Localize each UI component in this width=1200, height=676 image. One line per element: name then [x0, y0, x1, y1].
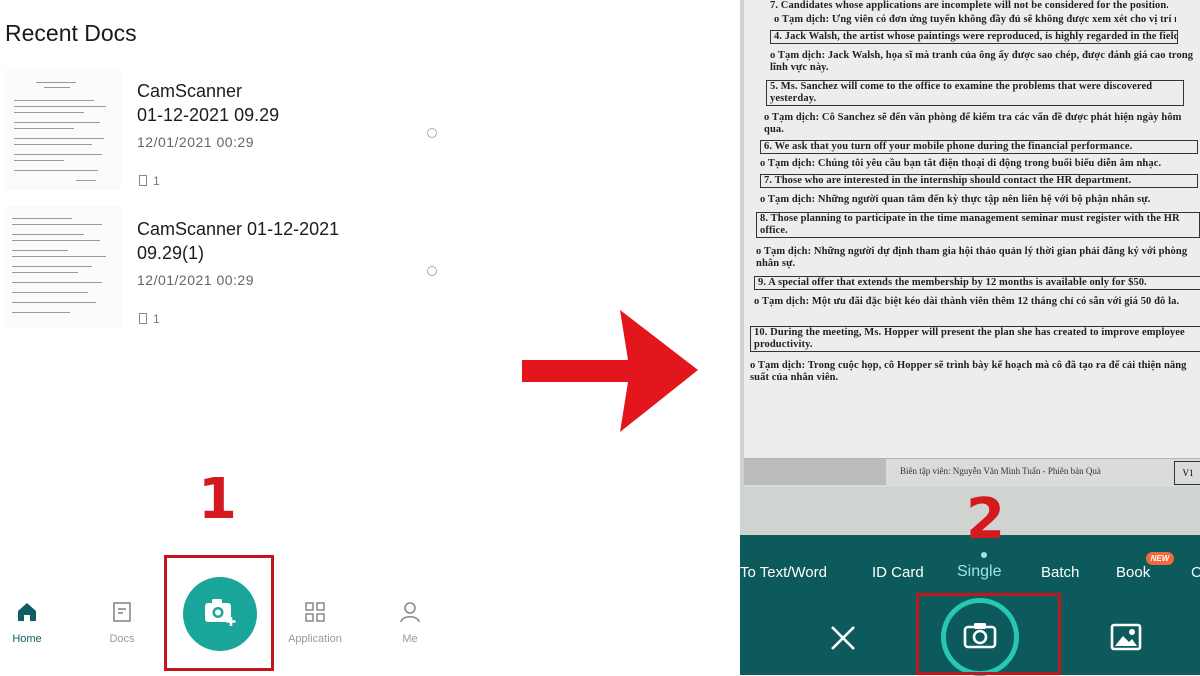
highlight-box-step-2: [916, 593, 1061, 675]
document-text-line: o Tạm dịch: Những người dự định tham gia…: [756, 246, 1188, 269]
nav-me[interactable]: Me: [375, 600, 445, 645]
page-count-icon: [139, 313, 147, 324]
document-text-line: 6. We ask that you turn off your mobile …: [760, 140, 1198, 154]
person-icon: [398, 600, 422, 624]
home-icon: [15, 600, 39, 624]
mode-book[interactable]: Book: [1116, 564, 1150, 581]
selected-mode-indicator: [981, 552, 987, 558]
document-thumbnail: [6, 208, 120, 326]
document-text-line: 7. Those who are interested in the inter…: [760, 174, 1198, 188]
document-text-line: o Tạm dịch: Ứng viên có đơn ứng tuyển kh…: [774, 14, 1176, 25]
document-text-line: 4. Jack Walsh, the artist whose painting…: [770, 30, 1178, 44]
mode-more[interactable]: C: [1191, 564, 1200, 581]
document-page-count: 1: [139, 174, 160, 188]
document-list-item[interactable]: CamScanner 01-12-2021 09.29 12/01/2021 0…: [0, 70, 440, 200]
mode-id-card[interactable]: ID Card: [872, 564, 924, 581]
document-name: CamScanner 01-12-2021 09.29: [137, 81, 280, 125]
document-page-count: 1: [139, 312, 160, 326]
document-preview: 7. Candidates whose applications are inc…: [744, 0, 1200, 470]
footer-shade: [744, 459, 886, 485]
recent-docs-title: Recent Docs: [5, 20, 137, 46]
docs-icon: [110, 600, 134, 624]
document-text-line: 8. Those planning to participate in the …: [756, 212, 1200, 238]
right-arrow-icon: [522, 310, 698, 432]
footer-page-box: V1: [1174, 461, 1200, 485]
nav-applications[interactable]: Application: [280, 600, 350, 645]
document-text-line: 10. During the meeting, Ms. Hopper will …: [750, 326, 1200, 352]
document-text-line: o Tạm dịch: Một ưu đãi đặc biệt kéo dài …: [754, 296, 1180, 307]
step-number-2: 2: [966, 487, 1005, 552]
close-icon[interactable]: [828, 623, 858, 653]
page-count-icon: [139, 175, 147, 186]
apps-grid-icon: [303, 600, 327, 624]
document-thumbnail: [6, 70, 120, 188]
select-radio-button[interactable]: [427, 266, 437, 276]
camera-scan-screen: 7. Candidates whose applications are inc…: [740, 0, 1200, 675]
document-text-line: 9. A special offer that extends the memb…: [754, 276, 1200, 290]
document-name: CamScanner 01-12-2021 09.29(1): [137, 219, 340, 263]
document-date: 12/01/2021 00:29: [137, 272, 254, 288]
nav-me-label: Me: [402, 633, 418, 645]
document-text-line: o Tạm dịch: Những người quan tâm đến kỳ …: [760, 194, 1151, 205]
document-text-line: 5. Ms. Sanchez will come to the office t…: [766, 80, 1184, 106]
mode-batch[interactable]: Batch: [1041, 564, 1079, 581]
nav-docs-label: Docs: [109, 633, 135, 645]
document-text-line: o Tạm dịch: Trong cuộc họp, cô Hopper sẽ…: [750, 360, 1187, 383]
nav-docs[interactable]: Docs: [87, 600, 157, 645]
document-date: 12/01/2021 00:29: [137, 134, 254, 150]
document-footer: Biên tập viên: Nguyễn Văn Minh Tuấn - Ph…: [744, 458, 1200, 487]
document-list-item[interactable]: CamScanner 01-12-2021 09.29(1) 12/01/202…: [0, 208, 440, 338]
mode-to-text-word[interactable]: To Text/Word: [740, 564, 827, 581]
document-text-line: o Tạm dịch: Chúng tôi yêu cầu bạn tắt đi…: [760, 158, 1162, 169]
gallery-image-icon[interactable]: [1110, 623, 1142, 651]
nav-home-label: Home: [12, 633, 42, 645]
new-badge: NEW: [1146, 552, 1174, 565]
step-number-1: 1: [198, 467, 237, 532]
nav-home[interactable]: Home: [0, 600, 62, 645]
camscanner-home-screen: Recent Docs CamScanner 01-12-2021 09.29 …: [0, 0, 440, 675]
select-radio-button[interactable]: [427, 128, 437, 138]
highlight-box-step-1: [164, 555, 274, 671]
document-text-line: o Tạm dịch: Jack Walsh, họa sĩ mà tranh …: [770, 50, 1194, 73]
document-text-line: 7. Candidates whose applications are inc…: [770, 0, 1168, 11]
footer-text: Biên tập viên: Nguyễn Văn Minh Tuấn - Ph…: [900, 466, 1101, 476]
mode-single[interactable]: Single: [957, 563, 1001, 581]
nav-applications-label: Application: [288, 633, 342, 645]
document-text-line: o Tạm dịch: Cô Sanchez sẽ đến văn phòng …: [764, 112, 1182, 135]
